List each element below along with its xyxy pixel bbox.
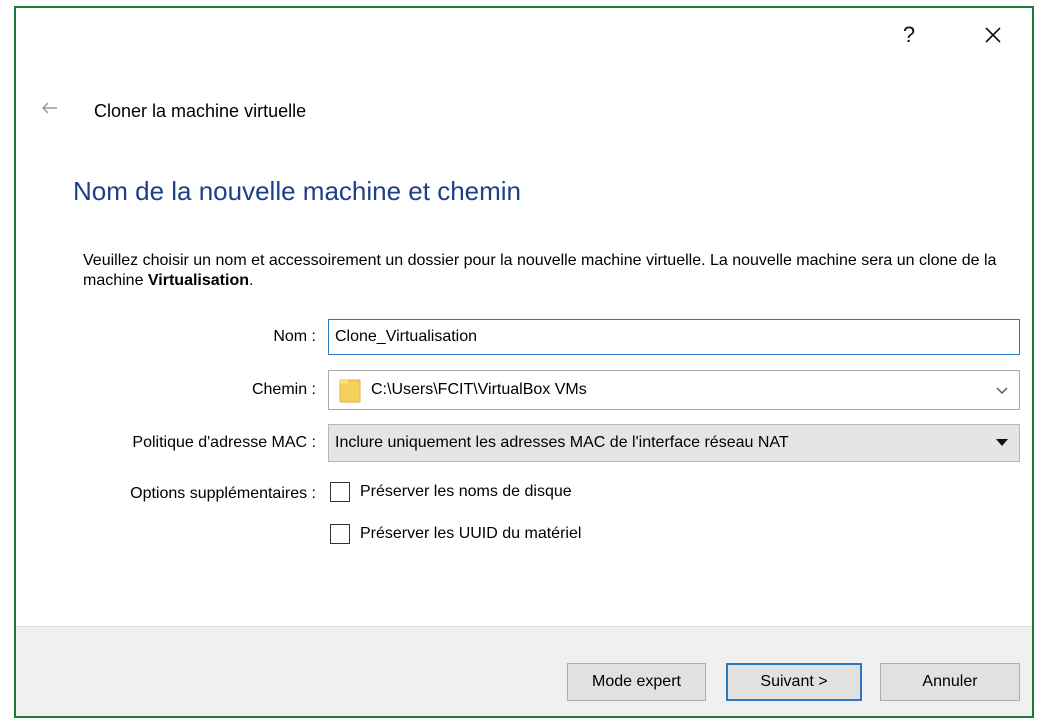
path-combobox[interactable]: C:\Users\FCIT\VirtualBox VMs	[328, 370, 1020, 410]
folder-icon	[339, 379, 361, 403]
mac-policy-label: Politique d'adresse MAC :	[132, 434, 316, 451]
mac-policy-select[interactable]: Inclure uniquement les adresses MAC de l…	[328, 424, 1020, 462]
page-description: Veuillez choisir un nom et accessoiremen…	[83, 251, 1003, 291]
name-label: Nom :	[273, 328, 316, 345]
triangle-down-icon	[996, 439, 1008, 446]
name-input[interactable]	[328, 319, 1020, 355]
help-icon: ?	[902, 22, 916, 47]
options-label: Options supplémentaires :	[130, 485, 316, 502]
chevron-down-icon[interactable]	[993, 381, 1011, 399]
wizard-title: Cloner la machine virtuelle	[94, 101, 307, 121]
option-uuid[interactable]: Préserver les UUID du matériel	[330, 524, 581, 544]
source-machine-name: Virtualisation	[147, 272, 249, 289]
disk-names-checkbox[interactable]	[330, 482, 350, 502]
disk-names-label[interactable]: Préserver les noms de disque	[360, 483, 572, 501]
expert-mode-button[interactable]: Mode expert	[567, 663, 706, 701]
uuid-checkbox[interactable]	[330, 524, 350, 544]
next-button[interactable]: Suivant >	[726, 663, 862, 701]
close-button[interactable]	[976, 18, 1010, 52]
help-button[interactable]: ?	[892, 18, 926, 52]
back-arrow-icon	[41, 102, 57, 114]
option-disk-names[interactable]: Préserver les noms de disque	[330, 482, 572, 502]
page-heading: Nom de la nouvelle machine et chemin	[73, 176, 522, 206]
uuid-label[interactable]: Préserver les UUID du matériel	[360, 525, 581, 543]
description-end: .	[248, 272, 254, 289]
close-icon	[985, 27, 1001, 43]
back-button[interactable]	[38, 96, 62, 120]
clone-vm-dialog: ? Cloner la machine virtuelle Nom de la …	[14, 6, 1034, 718]
path-value: C:\Users\FCIT\VirtualBox VMs	[371, 381, 587, 398]
mac-policy-value: Inclure uniquement les adresses MAC de l…	[335, 434, 789, 451]
cancel-button[interactable]: Annuler	[880, 663, 1020, 701]
path-label: Chemin :	[251, 381, 316, 398]
